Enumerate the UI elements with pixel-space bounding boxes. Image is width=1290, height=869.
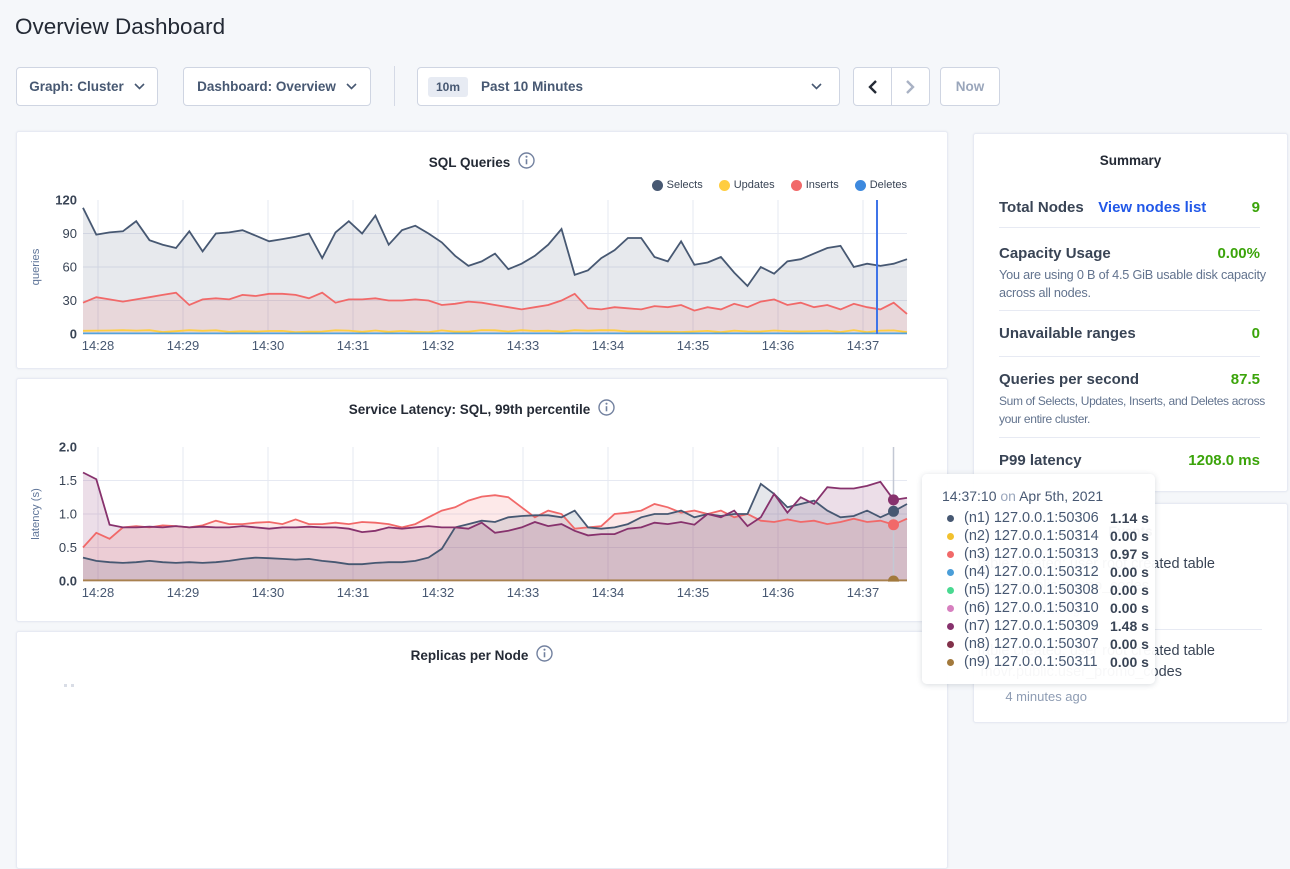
svg-text:14:37: 14:37 (847, 338, 880, 353)
svg-text:14:36: 14:36 (762, 338, 795, 353)
svg-text:14:30: 14:30 (252, 338, 285, 353)
svg-text:0.5: 0.5 (59, 540, 77, 555)
svg-text:latency (s): latency (s) (30, 488, 42, 540)
svg-text:14:28: 14:28 (82, 338, 115, 353)
svg-text:60: 60 (63, 260, 77, 275)
svg-text:14:30: 14:30 (252, 585, 285, 600)
svg-text:14:35: 14:35 (677, 585, 710, 600)
svg-text:120: 120 (55, 193, 77, 208)
svg-text:30: 30 (63, 293, 77, 308)
svg-text:14:32: 14:32 (422, 338, 455, 353)
svg-text:14:34: 14:34 (592, 338, 625, 353)
svg-text:14:37: 14:37 (847, 585, 880, 600)
svg-text:queries: queries (30, 248, 42, 285)
svg-text:14:29: 14:29 (167, 585, 200, 600)
svg-text:14:29: 14:29 (167, 338, 200, 353)
svg-text:14:35: 14:35 (677, 338, 710, 353)
svg-text:14:36: 14:36 (762, 585, 795, 600)
svg-text:14:31: 14:31 (337, 585, 370, 600)
svg-text:1.5: 1.5 (59, 473, 77, 488)
svg-text:14:32: 14:32 (422, 585, 455, 600)
svg-text:14:33: 14:33 (507, 338, 540, 353)
svg-text:2.0: 2.0 (59, 440, 77, 455)
svg-text:14:34: 14:34 (592, 585, 625, 600)
svg-text:0: 0 (70, 327, 77, 342)
svg-text:90: 90 (63, 226, 77, 241)
svg-text:0.0: 0.0 (59, 574, 77, 589)
svg-text:14:33: 14:33 (507, 585, 540, 600)
svg-text:1.0: 1.0 (59, 507, 77, 522)
svg-text:14:28: 14:28 (82, 585, 115, 600)
svg-text:14:31: 14:31 (337, 338, 370, 353)
